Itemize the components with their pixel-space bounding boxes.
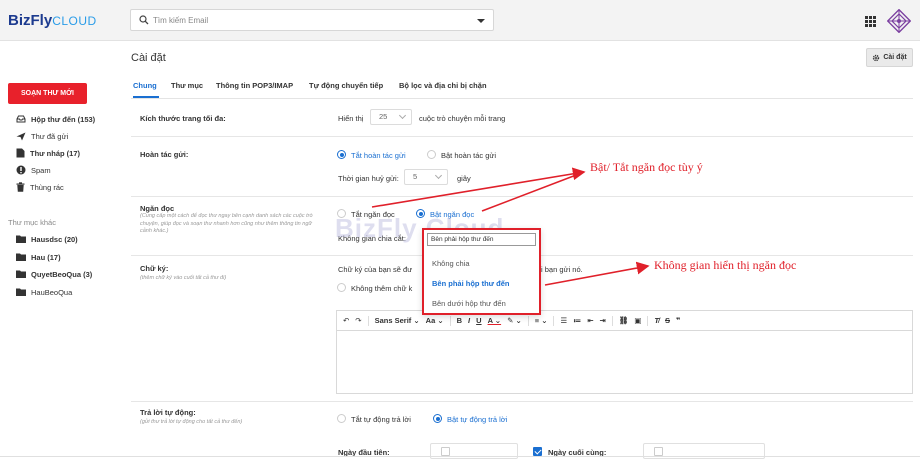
space-arrow (544, 261, 650, 286)
toggle-arrow (371, 167, 586, 208)
annotation-space: Không gian hiển thị ngăn đọc (654, 258, 797, 272)
annotation-arrows (371, 167, 650, 286)
annotation-toggle: Bật/ Tắt ngăn đọc tùy ý (590, 160, 703, 174)
toggle-arrow-branch (481, 171, 585, 212)
